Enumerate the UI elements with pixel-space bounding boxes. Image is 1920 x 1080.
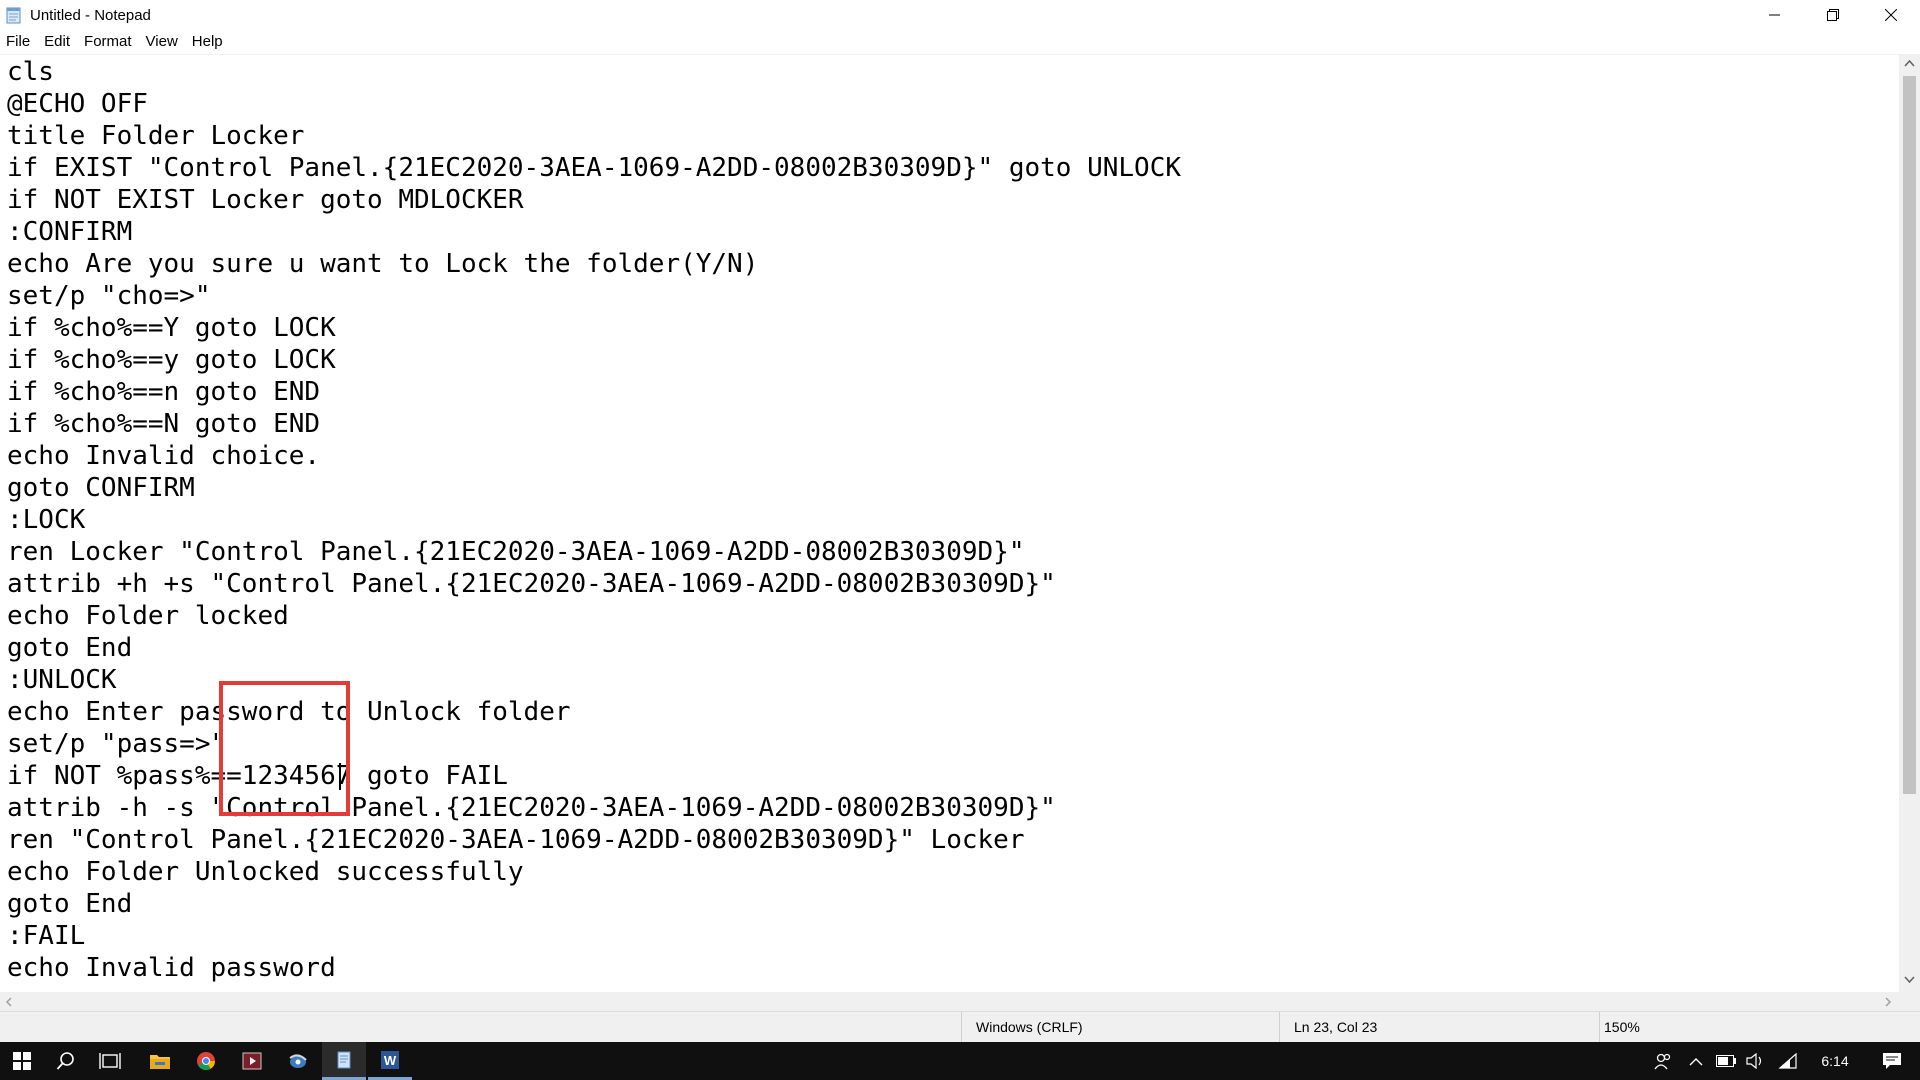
task-view-icon	[99, 1053, 121, 1069]
notepad-icon	[6, 7, 21, 23]
word-icon: W	[381, 1050, 399, 1069]
taskbar-app[interactable]	[276, 1042, 320, 1080]
tray-people[interactable]	[1648, 1042, 1678, 1080]
code-line: :LOCK	[7, 505, 86, 535]
taskbar: W 6:14	[0, 1042, 1920, 1080]
code-line: :FAIL	[7, 921, 86, 951]
scrollbar-corner	[1899, 992, 1920, 1011]
tray-battery[interactable]	[1713, 1042, 1739, 1080]
text-editor[interactable]: cls @ECHO OFF title Folder Locker if EXI…	[0, 54, 1899, 993]
code-line: set/p "cho=>"	[7, 281, 211, 311]
menu-format[interactable]: Format	[77, 30, 139, 54]
scroll-right-icon[interactable]	[1884, 997, 1892, 1007]
code-line: :UNLOCK	[7, 665, 117, 695]
status-cursor-position: Ln 23, Col 23	[1279, 1012, 1599, 1042]
action-center-button[interactable]	[1864, 1042, 1920, 1080]
tray-overflow[interactable]	[1683, 1042, 1709, 1080]
code-line: set/p "pass=>"	[7, 729, 227, 759]
menu-bar: File Edit Format View Help	[0, 30, 1920, 54]
status-bar: Windows (CRLF) Ln 23, Col 23 150%	[0, 1011, 1920, 1042]
code-line: if %cho%==Y goto LOCK	[7, 313, 336, 343]
code-line: goto End	[7, 633, 133, 663]
search-icon	[56, 1052, 74, 1070]
file-explorer-icon	[150, 1055, 170, 1069]
task-view-button[interactable]	[88, 1042, 132, 1080]
code-line: echo Folder Unlocked successfully	[7, 857, 524, 887]
wifi-icon	[1778, 1053, 1797, 1069]
vertical-scrollbar[interactable]	[1899, 54, 1920, 992]
menu-file[interactable]: File	[0, 30, 37, 54]
status-line-ending: Windows (CRLF)	[961, 1012, 1279, 1042]
code-line: if %cho%==N goto END	[7, 409, 321, 439]
search-button[interactable]	[44, 1042, 88, 1080]
tray-network[interactable]	[1775, 1042, 1801, 1080]
code-line: if %cho%==n goto END	[7, 377, 321, 407]
notification-icon	[1883, 1053, 1901, 1069]
window-title: Untitled - Notepad	[30, 6, 151, 24]
notepad-icon	[337, 1051, 351, 1068]
code-line: attrib +h +s "Control Panel.{21EC2020-3A…	[7, 569, 1056, 599]
code-line: goto CONFIRM	[7, 473, 195, 503]
battery-icon	[1716, 1055, 1736, 1067]
title-bar: Untitled - Notepad	[0, 0, 1920, 30]
scroll-down-icon[interactable]	[1904, 976, 1915, 984]
horizontal-scrollbar[interactable]	[0, 992, 1899, 1011]
code-line: goto End	[7, 889, 133, 919]
code-line-password-check: if NOT %pass%==1234567 goto FAIL	[7, 761, 508, 791]
taskbar-file-explorer[interactable]	[138, 1042, 182, 1080]
code-line: echo Are you sure u want to Lock the fol…	[7, 249, 759, 279]
restore-button[interactable]	[1804, 0, 1862, 30]
app-icon	[289, 1054, 307, 1068]
restore-icon	[1827, 9, 1839, 21]
code-line: :CONFIRM	[7, 217, 133, 247]
volume-icon	[1746, 1053, 1762, 1069]
close-icon	[1885, 9, 1897, 21]
menu-view[interactable]: View	[139, 30, 185, 54]
taskbar-notepad[interactable]	[322, 1042, 366, 1080]
people-icon	[1654, 1053, 1671, 1070]
start-button[interactable]	[0, 1042, 44, 1080]
code-line: echo Folder locked	[7, 601, 289, 631]
scroll-up-icon[interactable]	[1904, 59, 1915, 67]
taskbar-word[interactable]: W	[368, 1042, 412, 1080]
chrome-icon	[197, 1052, 215, 1071]
minimize-button[interactable]	[1746, 0, 1804, 30]
scroll-left-icon[interactable]	[5, 997, 13, 1007]
code-line: if NOT EXIST Locker goto MDLOCKER	[7, 185, 524, 215]
windows-start-icon	[13, 1052, 31, 1070]
status-zoom: 150%	[1599, 1012, 1920, 1042]
taskbar-chrome[interactable]	[184, 1042, 228, 1080]
media-player-icon	[242, 1052, 262, 1070]
menu-help[interactable]: Help	[185, 30, 230, 54]
text-caret	[339, 763, 341, 790]
code-line: @ECHO OFF	[7, 89, 148, 119]
tray-volume[interactable]	[1743, 1042, 1769, 1080]
code-line: ren "Control Panel.{21EC2020-3AEA-1069-A…	[7, 825, 1025, 855]
chevron-up-icon	[1689, 1057, 1703, 1065]
taskbar-media-player[interactable]	[230, 1042, 274, 1080]
code-line: echo Invalid choice.	[7, 441, 321, 471]
code-line: attrib -h -s "Control Panel.{21EC2020-3A…	[7, 793, 1056, 823]
code-line: if %cho%==y goto LOCK	[7, 345, 336, 375]
code-line: echo Invalid password	[7, 953, 336, 983]
svg-text:W: W	[384, 1053, 397, 1068]
minimize-icon	[1769, 14, 1780, 16]
close-button[interactable]	[1862, 0, 1920, 30]
code-line: echo Enter password to Unlock folder	[7, 697, 571, 727]
taskbar-clock[interactable]: 6:14	[1810, 1042, 1860, 1080]
code-line: title Folder Locker	[7, 121, 305, 151]
menu-edit[interactable]: Edit	[37, 30, 77, 54]
code-line: cls	[7, 57, 54, 87]
code-line: if EXIST "Control Panel.{21EC2020-3AEA-1…	[7, 153, 1181, 183]
vertical-scroll-thumb[interactable]	[1903, 76, 1916, 794]
code-line: ren Locker "Control Panel.{21EC2020-3AEA…	[7, 537, 1025, 567]
